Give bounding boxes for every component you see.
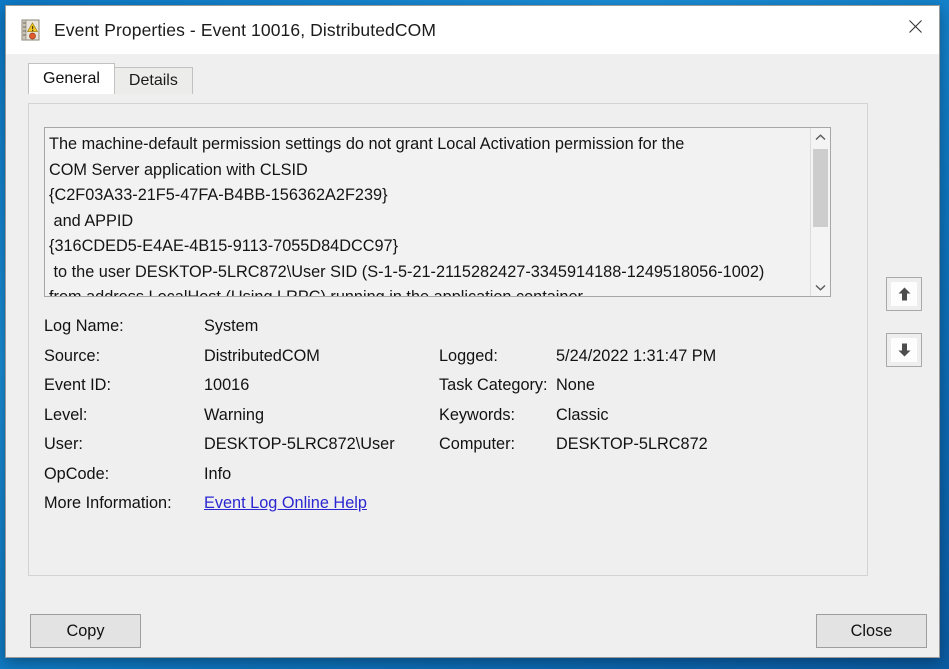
title-bar: Event Properties - Event 10016, Distribu… [6,6,939,54]
event-id-label: Event ID: [44,376,111,394]
field-row-more-information: More Information: Event Log Online Help [44,494,844,524]
computer-value: DESKTOP-5LRC872 [556,435,708,453]
user-label: User: [44,435,83,453]
arrow-up-icon [891,282,917,306]
event-log-warning-icon [19,18,43,42]
event-properties-dialog: Event Properties - Event 10016, Distribu… [5,5,940,658]
field-row-event-id: Event ID: 10016 Task Category: None [44,376,844,406]
user-value: DESKTOP-5LRC872\User [204,435,395,453]
field-row-user: User: DESKTOP-5LRC872\User Computer: DES… [44,435,844,465]
next-event-button[interactable] [886,333,922,367]
source-value: DistributedCOM [204,346,320,365]
keywords-label: Keywords: [439,405,516,424]
source-label: Source: [44,346,101,365]
scroll-up-icon[interactable] [811,128,830,146]
close-icon[interactable] [892,6,939,46]
field-row-log-name: Log Name: System [44,317,844,347]
event-log-online-help-link[interactable]: Event Log Online Help [204,494,367,512]
task-category-label: Task Category: [439,376,548,394]
task-category-value: None [556,376,595,394]
computer-label: Computer: [439,435,516,453]
opcode-label: OpCode: [44,464,110,483]
log-name-value: System [204,317,259,335]
more-information-value: Event Log Online Help [204,494,439,513]
event-description-box[interactable]: The machine-default permission settings … [44,127,831,297]
opcode-value: Info [204,464,232,483]
field-row-source: Source: DistributedCOM Logged: 5/24/2022… [44,347,844,377]
tab-strip: General Details [28,63,939,94]
more-information-label: More Information: [44,494,172,512]
tab-details[interactable]: Details [113,67,193,94]
field-row-level: Level: Warning Keywords: Classic [44,406,844,436]
general-tab-panel: The machine-default permission settings … [28,103,868,576]
field-row-opcode: OpCode: Info [44,465,844,495]
event-description-text: The machine-default permission settings … [49,135,765,296]
event-detail-fields: Log Name: System Source: DistributedCOM … [44,317,844,524]
keywords-value: Classic [556,405,609,424]
previous-event-button[interactable] [886,277,922,311]
level-label: Level: [44,405,88,424]
tab-details-label: Details [128,72,178,89]
close-button[interactable]: Close [816,614,927,648]
scroll-down-icon[interactable] [811,278,830,296]
log-name-label: Log Name: [44,317,124,335]
event-id-value: 10016 [204,376,250,394]
level-value: Warning [204,405,265,424]
arrow-down-icon [891,338,917,362]
tab-general-label: General [43,70,100,87]
description-scrollbar[interactable] [810,128,830,296]
copy-button[interactable]: Copy [30,614,141,648]
scrollbar-thumb[interactable] [813,149,828,227]
window-title: Event Properties - Event 10016, Distribu… [54,19,436,40]
tab-general[interactable]: General [28,63,115,94]
logged-value: 5/24/2022 1:31:47 PM [556,346,717,365]
logged-label: Logged: [439,346,498,365]
